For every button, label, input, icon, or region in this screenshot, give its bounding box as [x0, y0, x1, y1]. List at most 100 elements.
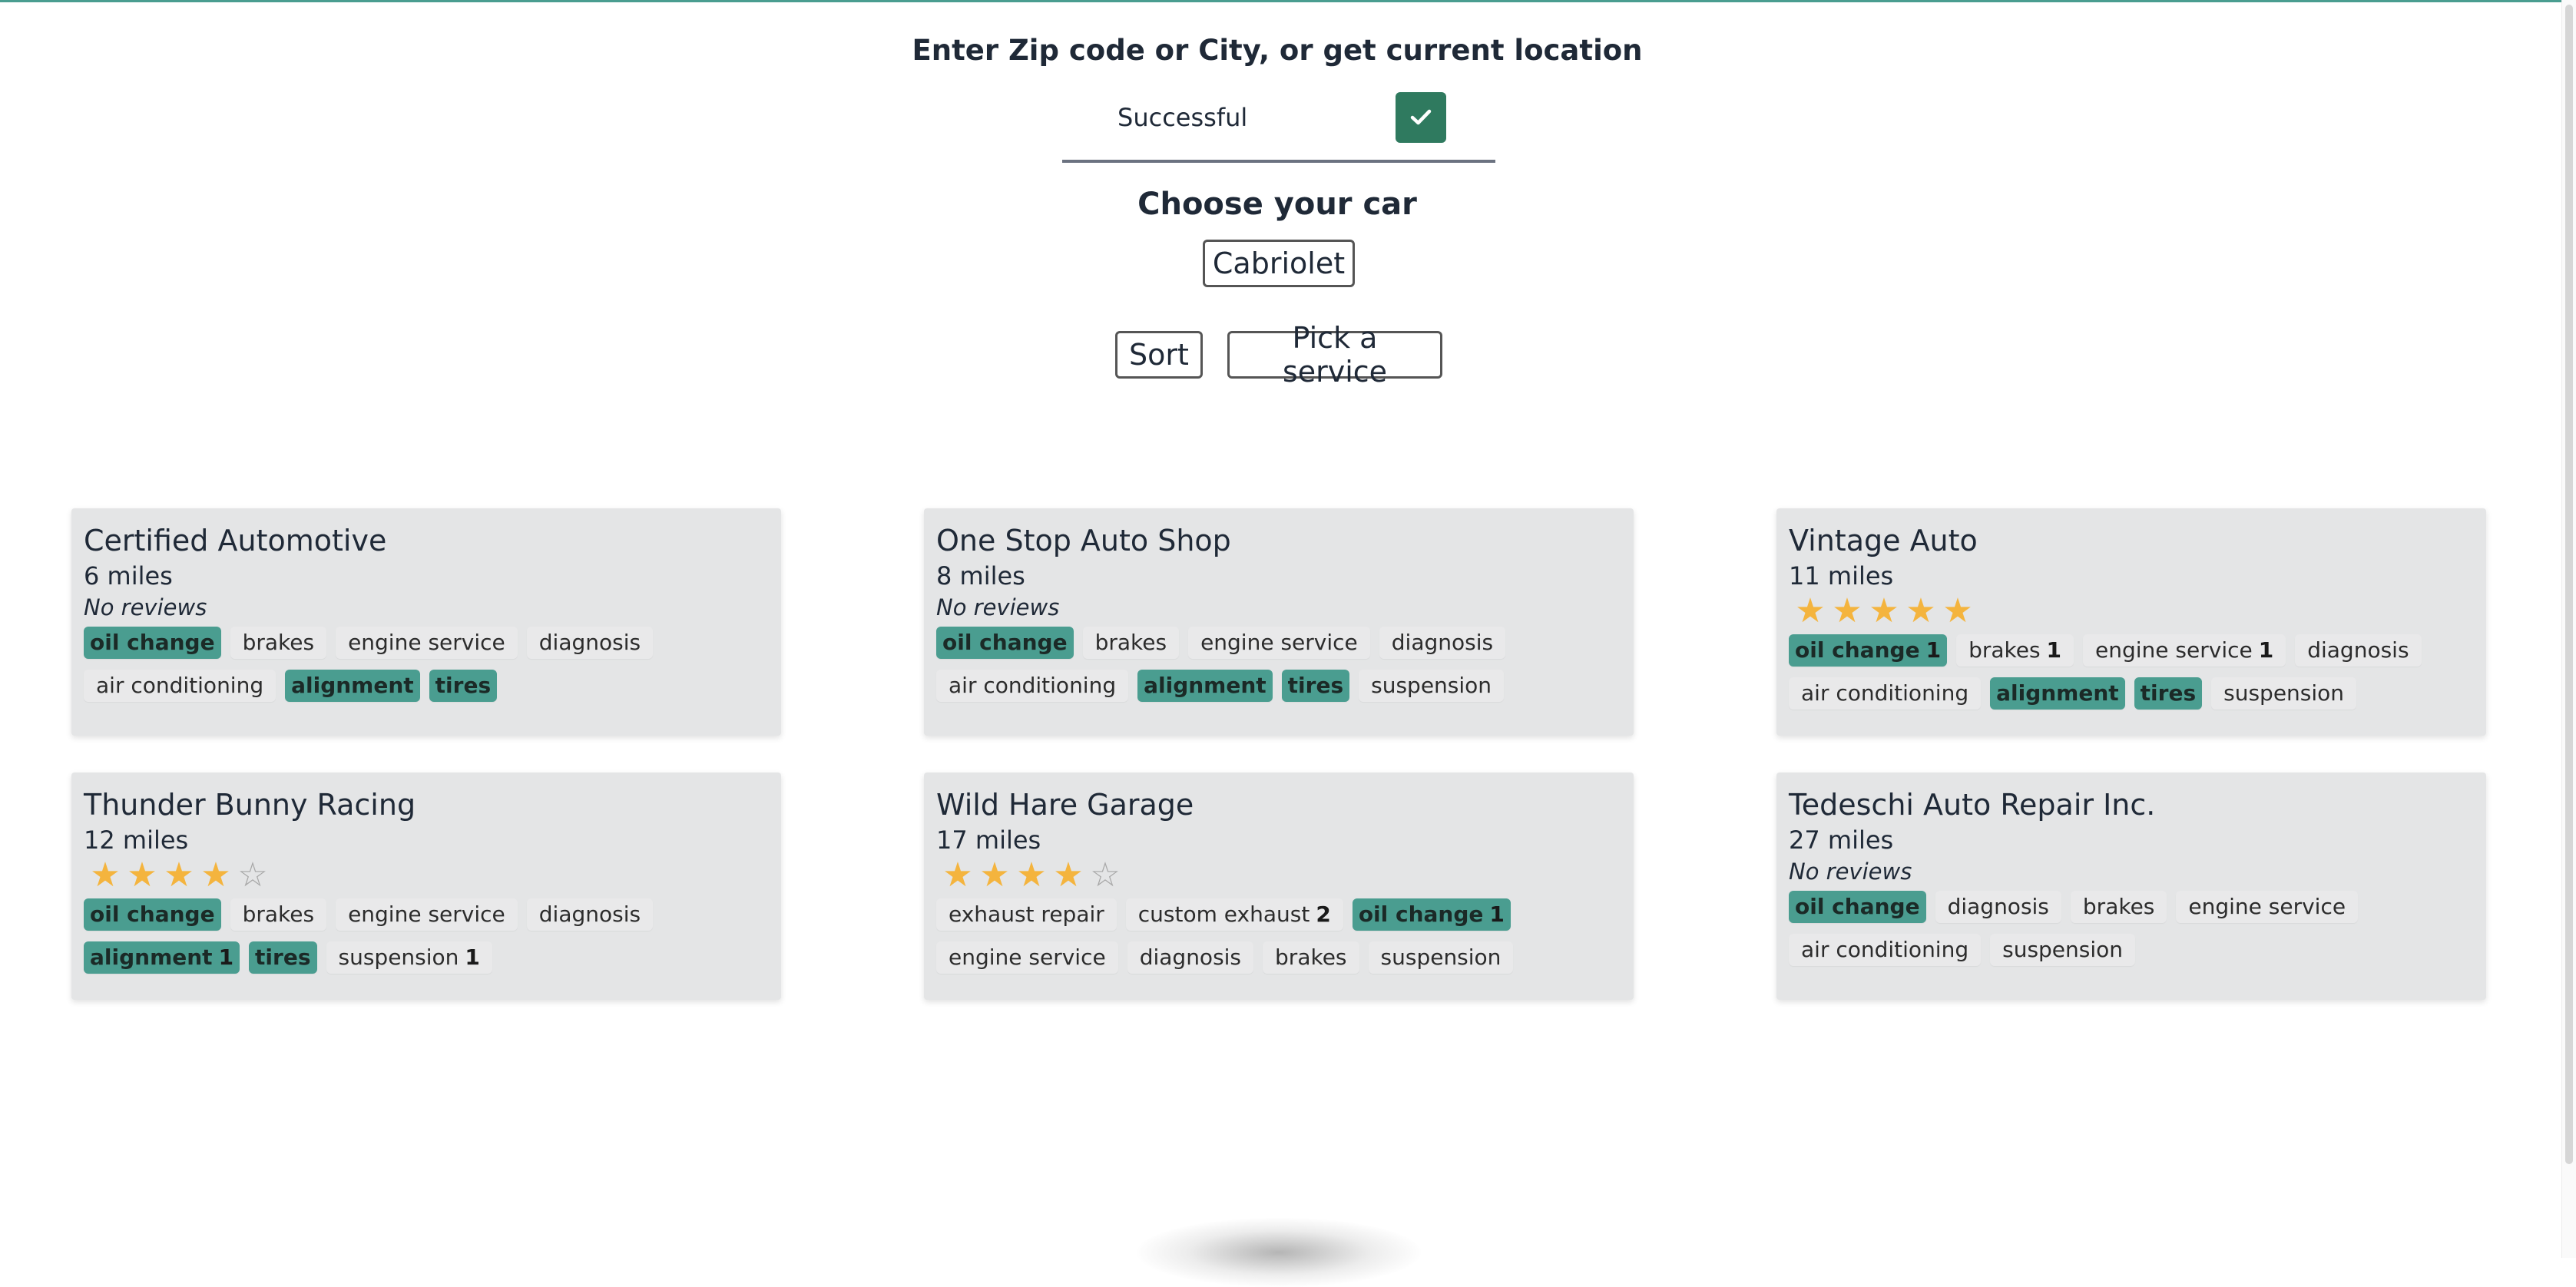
service-tag[interactable]: alignment [1990, 677, 2125, 710]
service-tag-label: diagnosis [538, 902, 641, 927]
service-review-count: 1 [2046, 637, 2062, 663]
service-tag[interactable]: suspension 1 [326, 941, 492, 974]
location-divider [1062, 160, 1495, 163]
service-tag-label: tires [2140, 680, 2197, 706]
service-tag[interactable]: air conditioning [84, 670, 276, 702]
service-tag-label: engine service [2188, 894, 2346, 919]
shop-distance: 8 miles [936, 561, 1025, 591]
service-tag[interactable]: tires [429, 670, 498, 702]
car-select-button[interactable]: Cabriolet [1203, 240, 1355, 287]
star-filled-icon: ★ [1942, 591, 1973, 630]
bottom-shadow [1137, 1218, 1421, 1287]
service-tags: oil change 1 brakes 1 engine service 1 diagnos… [1789, 634, 2474, 720]
location-submit-button[interactable] [1396, 92, 1446, 143]
service-tag-label: tires [435, 673, 492, 698]
service-tag-label: diagnosis [1139, 945, 1242, 970]
service-tag[interactable]: suspension [1990, 934, 2136, 966]
service-tag[interactable]: suspension [1368, 941, 1514, 974]
service-tag[interactable]: alignment [285, 670, 420, 702]
service-tag[interactable]: brakes [2070, 891, 2167, 923]
shop-card[interactable]: Tedeschi Auto Repair Inc. 27 miles No revi… [1776, 773, 2486, 1000]
service-tag[interactable]: brakes 1 [1956, 634, 2074, 667]
service-tag[interactable]: brakes [1082, 627, 1180, 659]
service-tag-label: suspension [2223, 680, 2345, 706]
service-tag[interactable]: brakes [1263, 941, 1359, 974]
shop-card[interactable]: Wild Hare Garage 17 miles ★ ★ ★ ★ ☆ exhaust rep… [924, 773, 1634, 1000]
service-tag-label: air conditioning [96, 673, 264, 698]
shop-name[interactable]: Tedeschi Auto Repair Inc. [1789, 786, 2474, 823]
sort-button[interactable]: Sort [1115, 331, 1203, 379]
service-tag-label: brakes [2082, 894, 2155, 919]
service-tag-label: tires [1287, 673, 1344, 698]
star-filled-icon: ★ [1795, 591, 1826, 630]
service-tag[interactable]: engine service 1 [2083, 634, 2286, 667]
service-tag[interactable]: diagnosis [2295, 634, 2422, 667]
service-tag[interactable]: custom exhaust 2 [1125, 898, 1343, 931]
star-filled-icon: ★ [164, 855, 194, 895]
service-review-count: 1 [218, 945, 234, 970]
shop-name[interactable]: One Stop Auto Shop [936, 522, 1621, 559]
service-tag[interactable]: air conditioning [1789, 934, 1982, 966]
service-tag[interactable]: air conditioning [936, 670, 1129, 702]
shop-distance: 17 miles [936, 825, 1041, 855]
service-tag-label: engine service [348, 902, 505, 927]
service-tag[interactable]: oil change 1 [1789, 634, 1948, 667]
service-tag-label: engine service [1200, 630, 1358, 655]
service-tag[interactable]: oil change [936, 627, 1074, 659]
service-tag[interactable]: oil change 1 [1352, 898, 1511, 931]
service-tag-label: oil change [1795, 894, 1920, 919]
service-tag[interactable]: air conditioning [1789, 677, 1982, 710]
service-tag[interactable]: diagnosis [526, 627, 654, 659]
shop-name[interactable]: Thunder Bunny Racing [84, 786, 769, 823]
pick-service-button[interactable]: Pick a service [1227, 321, 1442, 389]
service-tag[interactable]: oil change [1789, 891, 1926, 923]
service-tag[interactable]: diagnosis [526, 898, 654, 931]
shop-card[interactable]: One Stop Auto Shop 8 miles No reviews oil c… [924, 508, 1634, 736]
reviews-text: No reviews [1789, 859, 1912, 885]
reviews-text: No reviews [84, 594, 207, 620]
service-tag[interactable]: engine service [336, 627, 518, 659]
shop-name[interactable]: Vintage Auto [1789, 522, 2474, 559]
shop-card[interactable]: Vintage Auto 11 miles ★ ★ ★ ★ ★ oil change 1 brak… [1776, 508, 2486, 736]
service-tag[interactable]: tires [2134, 677, 2203, 710]
service-tag[interactable]: oil change [84, 898, 221, 931]
service-tag-label: diagnosis [1391, 630, 1494, 655]
shop-name[interactable]: Wild Hare Garage [936, 786, 1621, 823]
service-tag[interactable]: oil change [84, 627, 221, 659]
scrollbar-thumb[interactable] [2565, 5, 2573, 1164]
service-review-count: 1 [1925, 637, 1942, 663]
service-tag[interactable]: diagnosis [1127, 941, 1254, 974]
star-filled-icon: ★ [1869, 591, 1899, 630]
rating-stars: ★ ★ ★ ★ ★ [1792, 593, 2474, 630]
service-tag[interactable]: engine service [1188, 627, 1370, 659]
service-review-count: 1 [465, 945, 480, 970]
service-tag[interactable]: engine service [336, 898, 518, 931]
location-input[interactable] [1104, 92, 1396, 143]
scrollbar[interactable] [2561, 0, 2576, 1258]
service-tag[interactable]: tires [1281, 670, 1350, 702]
service-tag-label: brakes [1275, 945, 1347, 970]
service-tag[interactable]: engine service [2176, 891, 2359, 923]
service-tag[interactable]: suspension [2211, 677, 2357, 710]
service-tag-label: air conditioning [1801, 937, 1969, 962]
service-tag[interactable]: tires [249, 941, 317, 974]
service-tag[interactable]: suspension [1359, 670, 1505, 702]
service-tag[interactable]: exhaust repair [936, 898, 1117, 931]
shop-card[interactable]: Thunder Bunny Racing 12 miles ★ ★ ★ ★ ☆ oil cha… [71, 773, 781, 1000]
service-tag-label: diagnosis [2307, 637, 2409, 663]
shop-card[interactable]: Certified Automotive 6 miles No reviews oil… [71, 508, 781, 736]
service-tag-label: suspension [2002, 937, 2124, 962]
star-filled-icon: ★ [1016, 855, 1047, 895]
star-filled-icon: ★ [1906, 591, 1936, 630]
service-tag[interactable]: engine service [936, 941, 1118, 974]
service-tag[interactable]: alignment 1 [84, 941, 240, 974]
service-tag[interactable]: brakes [230, 898, 327, 931]
shop-name[interactable]: Certified Automotive [84, 522, 769, 559]
service-tag[interactable]: alignment [1137, 670, 1273, 702]
service-tag[interactable]: diagnosis [1379, 627, 1506, 659]
service-tag[interactable]: brakes [230, 627, 327, 659]
shop-distance: 27 miles [1789, 825, 1894, 855]
service-tag[interactable]: diagnosis [1935, 891, 2061, 923]
service-tags: oil change brakes engine service diagnosis a… [936, 627, 1621, 713]
reviews-text: No reviews [936, 594, 1060, 620]
